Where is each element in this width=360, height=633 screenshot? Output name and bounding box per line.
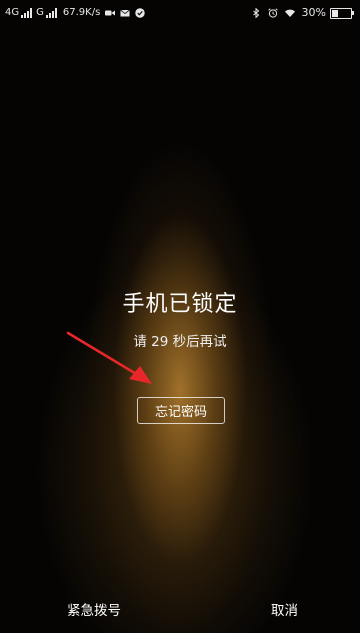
network-speed: 67.9K/s <box>62 7 101 18</box>
battery-icon <box>330 7 354 19</box>
cancel-button[interactable]: 取消 <box>271 597 298 621</box>
video-icon <box>105 10 116 16</box>
mail-icon <box>120 9 131 17</box>
battery-percent: 30% <box>301 6 326 19</box>
signal-icon <box>21 8 33 18</box>
wifi-icon <box>284 9 295 17</box>
emergency-call-button[interactable]: 紧急拨号 <box>67 597 121 621</box>
signal-icon <box>45 8 57 18</box>
status-bar: 4G G 67.9K/s 30% <box>0 0 360 26</box>
sim1-network-label: 4G <box>5 7 20 18</box>
sim2-network-label: G <box>36 7 44 18</box>
check-icon <box>135 8 145 18</box>
lock-title: 手机已锁定 <box>122 292 238 317</box>
alarm-icon <box>267 8 278 18</box>
lock-screen: 4G G 67.9K/s 30% 手机已锁定 请 29 秒后再试 忘记密码 紧急… <box>0 0 360 633</box>
retry-countdown: 请 29 秒后再试 <box>133 334 227 350</box>
bluetooth-icon <box>252 8 259 18</box>
forgot-password-button[interactable]: 忘记密码 <box>137 397 225 424</box>
